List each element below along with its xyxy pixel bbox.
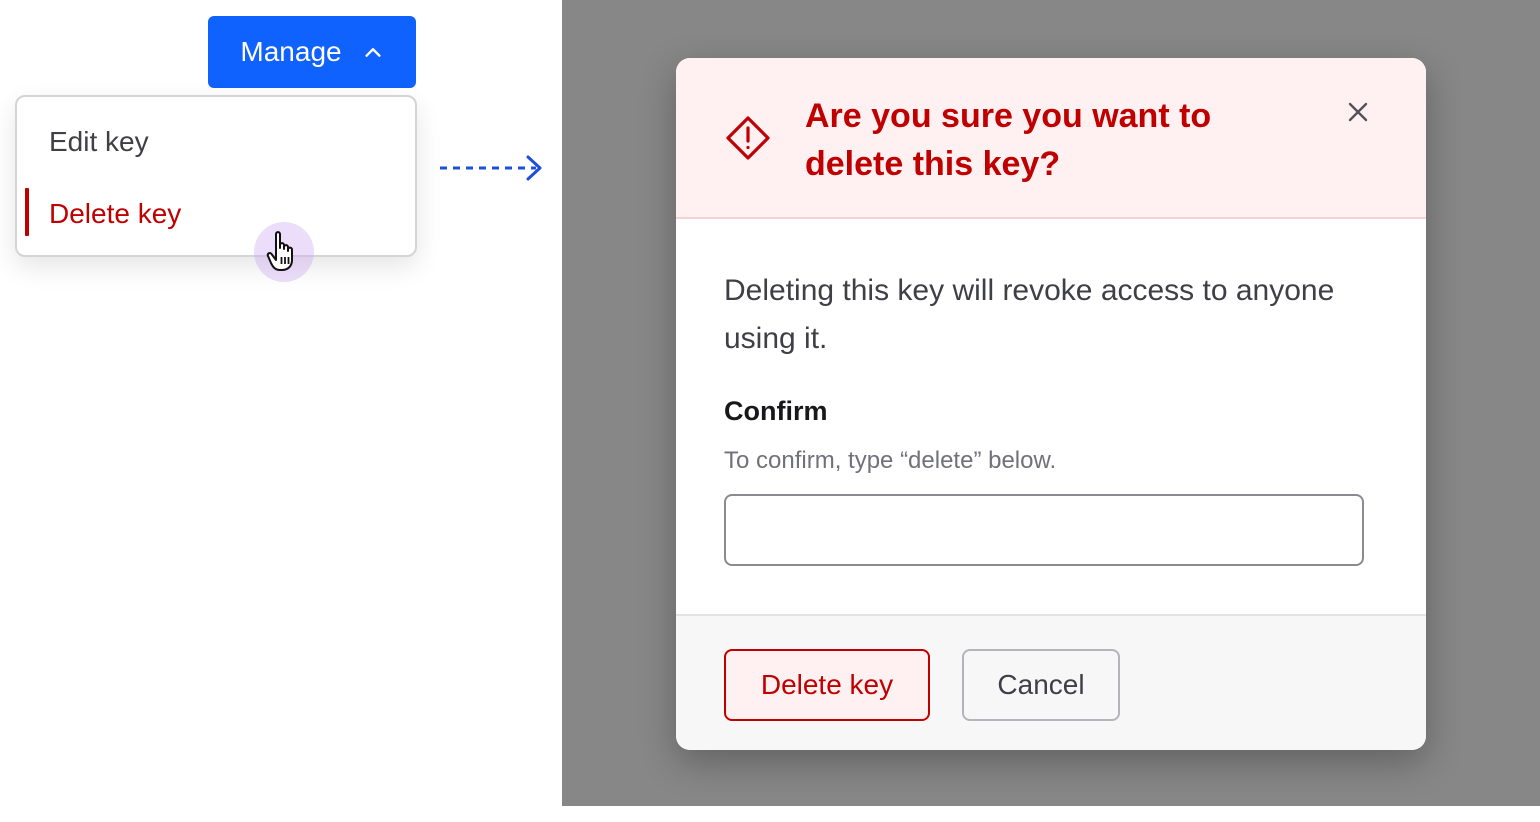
menu-item-delete-key[interactable]: Delete key xyxy=(17,185,415,243)
menu-item-label: Delete key xyxy=(49,198,182,229)
confirm-label: Confirm xyxy=(724,396,828,426)
warning-diamond-icon xyxy=(726,116,770,160)
confirm-helper-text: To confirm, type “delete” below. xyxy=(724,447,1057,474)
close-icon xyxy=(1348,102,1368,122)
delete-key-button[interactable]: Delete key xyxy=(724,649,930,721)
close-button[interactable] xyxy=(1340,94,1376,130)
modal-title: Are you sure you want to delete this key… xyxy=(805,97,1212,183)
delete-key-modal: Are you sure you want to delete this key… xyxy=(676,58,1426,750)
hand-pointer-icon xyxy=(266,231,293,271)
manage-button[interactable]: Manage xyxy=(208,16,416,88)
menu-item-edit-key[interactable]: Edit key xyxy=(17,113,415,171)
manage-dropdown-menu: Edit key Delete key xyxy=(15,95,417,257)
modal-footer: Delete key Cancel xyxy=(676,614,1426,750)
confirm-input[interactable] xyxy=(724,494,1364,566)
cancel-button[interactable]: Cancel xyxy=(962,649,1120,721)
modal-description: Deleting this key will revoke access to … xyxy=(724,274,1335,355)
flow-arrow-icon xyxy=(440,155,542,181)
modal-header: Are you sure you want to delete this key… xyxy=(676,58,1426,219)
active-indicator xyxy=(25,188,29,236)
chevron-up-icon xyxy=(364,48,381,57)
menu-item-label: Edit key xyxy=(49,126,149,157)
manage-button-label: Manage xyxy=(240,36,342,67)
